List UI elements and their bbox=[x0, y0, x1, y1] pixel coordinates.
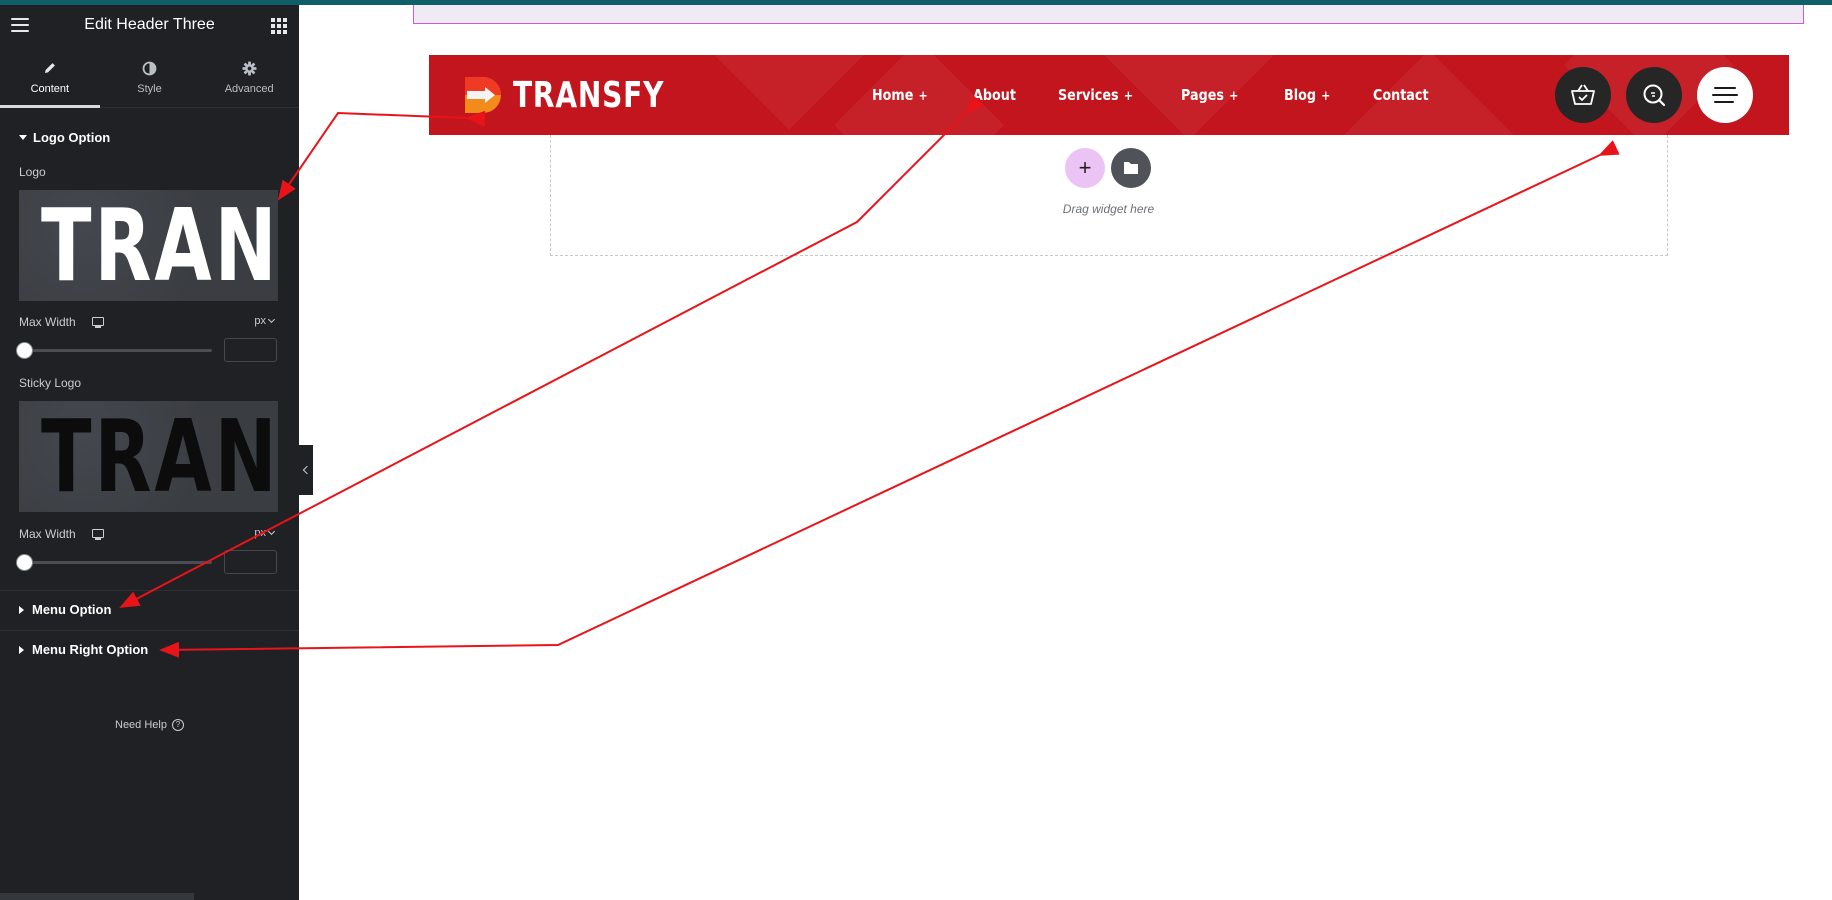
logo-option-title: Logo Option bbox=[33, 130, 111, 145]
cart-button[interactable] bbox=[1555, 67, 1611, 123]
sticky-max-width-input[interactable] bbox=[224, 550, 277, 574]
plus-icon: + bbox=[918, 89, 928, 104]
nav-item-about[interactable]: About bbox=[973, 86, 1016, 104]
sticky-unit-selector[interactable]: px bbox=[254, 527, 276, 539]
search-button[interactable] bbox=[1626, 67, 1682, 123]
tab-content[interactable]: Content bbox=[0, 45, 100, 108]
panel-header: Edit Header Three bbox=[0, 5, 299, 45]
plus-icon: + bbox=[1320, 89, 1331, 104]
unit-label: px bbox=[254, 315, 266, 327]
slider-handle[interactable] bbox=[17, 555, 32, 570]
max-width-label: Max Width bbox=[19, 315, 76, 329]
caret-down-icon bbox=[19, 135, 27, 141]
nav-label: Blog bbox=[1283, 86, 1316, 104]
logo-image-preview[interactable]: TRANSFY bbox=[19, 190, 278, 301]
widgets-grid-icon[interactable] bbox=[271, 18, 287, 34]
tab-style-label: Style bbox=[137, 83, 162, 95]
tab-content-label: Content bbox=[30, 83, 70, 95]
help-circle-icon: ? bbox=[171, 719, 184, 732]
nav-label: Contact bbox=[1373, 86, 1429, 104]
menu-option-toggle[interactable]: Menu Option bbox=[19, 602, 111, 617]
plus-icon: + bbox=[1123, 89, 1134, 104]
search-icon bbox=[1643, 84, 1666, 107]
template-library-button[interactable] bbox=[1111, 148, 1151, 188]
logo-mark-icon bbox=[463, 75, 503, 115]
desktop-icon[interactable] bbox=[92, 529, 104, 540]
sticky-logo-label: Sticky Logo bbox=[19, 376, 82, 390]
drag-widget-hint: Drag widget here bbox=[1062, 202, 1155, 216]
section-divider bbox=[0, 590, 299, 591]
unit-selector[interactable]: px bbox=[254, 315, 276, 327]
nav-item-home[interactable]: Home + bbox=[872, 86, 928, 104]
site-header[interactable]: TRANSFY Home + About Services + Pages + Blo… bbox=[429, 55, 1789, 135]
nav-label: Pages bbox=[1181, 86, 1225, 104]
sticky-max-width-row: Max Width px bbox=[19, 527, 278, 541]
panel-title: Edit Header Three bbox=[84, 16, 215, 33]
unit-label: px bbox=[254, 527, 266, 539]
tab-advanced-label: Advanced bbox=[224, 83, 274, 95]
pencil-icon bbox=[43, 57, 57, 79]
logo-label: Logo bbox=[19, 165, 46, 179]
caret-right-icon bbox=[19, 605, 24, 614]
tab-advanced[interactable]: Advanced bbox=[199, 45, 299, 107]
cart-icon bbox=[1571, 84, 1595, 105]
contrast-icon bbox=[142, 57, 157, 79]
panel-footer-bar[interactable] bbox=[0, 893, 194, 900]
widget-drop-area[interactable] bbox=[550, 135, 1668, 256]
max-width-row: Max Width px bbox=[19, 315, 278, 329]
need-help-link[interactable]: Need Help? bbox=[0, 719, 299, 732]
plus-icon: + bbox=[1229, 89, 1239, 104]
logo-preview-text: TRANSFY bbox=[41, 190, 278, 301]
collapse-panel-toggle[interactable] bbox=[299, 445, 313, 495]
folder-icon bbox=[1124, 162, 1138, 174]
nav-label: About bbox=[972, 86, 1016, 104]
main-navigation: Home + About Services + Pages + Blog + Conta… bbox=[872, 55, 1474, 135]
offcanvas-menu-button[interactable] bbox=[1697, 67, 1753, 123]
nav-item-services[interactable]: Services + bbox=[1058, 86, 1133, 104]
nav-label: Services bbox=[1058, 86, 1119, 104]
sticky-logo-preview-text: TRANSFY bbox=[41, 401, 278, 512]
need-help-label: Need Help bbox=[115, 719, 167, 731]
section-divider bbox=[0, 630, 299, 631]
nav-item-blog[interactable]: Blog + bbox=[1284, 86, 1330, 104]
slider-handle[interactable] bbox=[17, 343, 32, 358]
desktop-icon[interactable] bbox=[92, 317, 104, 328]
sticky-max-width-slider[interactable] bbox=[17, 555, 212, 570]
site-logo[interactable]: TRANSFY bbox=[463, 73, 707, 117]
caret-right-icon bbox=[19, 645, 24, 654]
editor-panel: Edit Header Three Content Style Advanced… bbox=[0, 5, 299, 900]
section-frame[interactable] bbox=[413, 5, 1804, 24]
max-width-input[interactable] bbox=[224, 338, 277, 362]
sticky-logo-image-preview[interactable]: TRANSFY bbox=[19, 401, 278, 512]
chevron-down-icon bbox=[267, 315, 276, 324]
tab-style[interactable]: Style bbox=[100, 45, 200, 107]
panel-tabs: Content Style Advanced bbox=[0, 45, 299, 108]
menu-option-title: Menu Option bbox=[32, 602, 112, 617]
nav-item-pages[interactable]: Pages + bbox=[1181, 86, 1238, 104]
chevron-down-icon bbox=[267, 527, 276, 536]
gear-icon bbox=[242, 57, 257, 79]
nav-label: Home bbox=[872, 86, 914, 104]
menu-icon bbox=[1712, 87, 1738, 103]
menu-right-option-toggle[interactable]: Menu Right Option bbox=[19, 642, 148, 657]
brand-name: TRANSFY bbox=[513, 74, 665, 116]
sticky-max-width-label: Max Width bbox=[19, 527, 76, 541]
add-section-button[interactable]: + bbox=[1065, 148, 1105, 188]
logo-option-toggle[interactable]: Logo Option bbox=[19, 130, 110, 145]
nav-item-contact[interactable]: Contact bbox=[1373, 86, 1429, 104]
max-width-slider[interactable] bbox=[17, 343, 212, 358]
menu-right-option-title: Menu Right Option bbox=[32, 642, 149, 657]
